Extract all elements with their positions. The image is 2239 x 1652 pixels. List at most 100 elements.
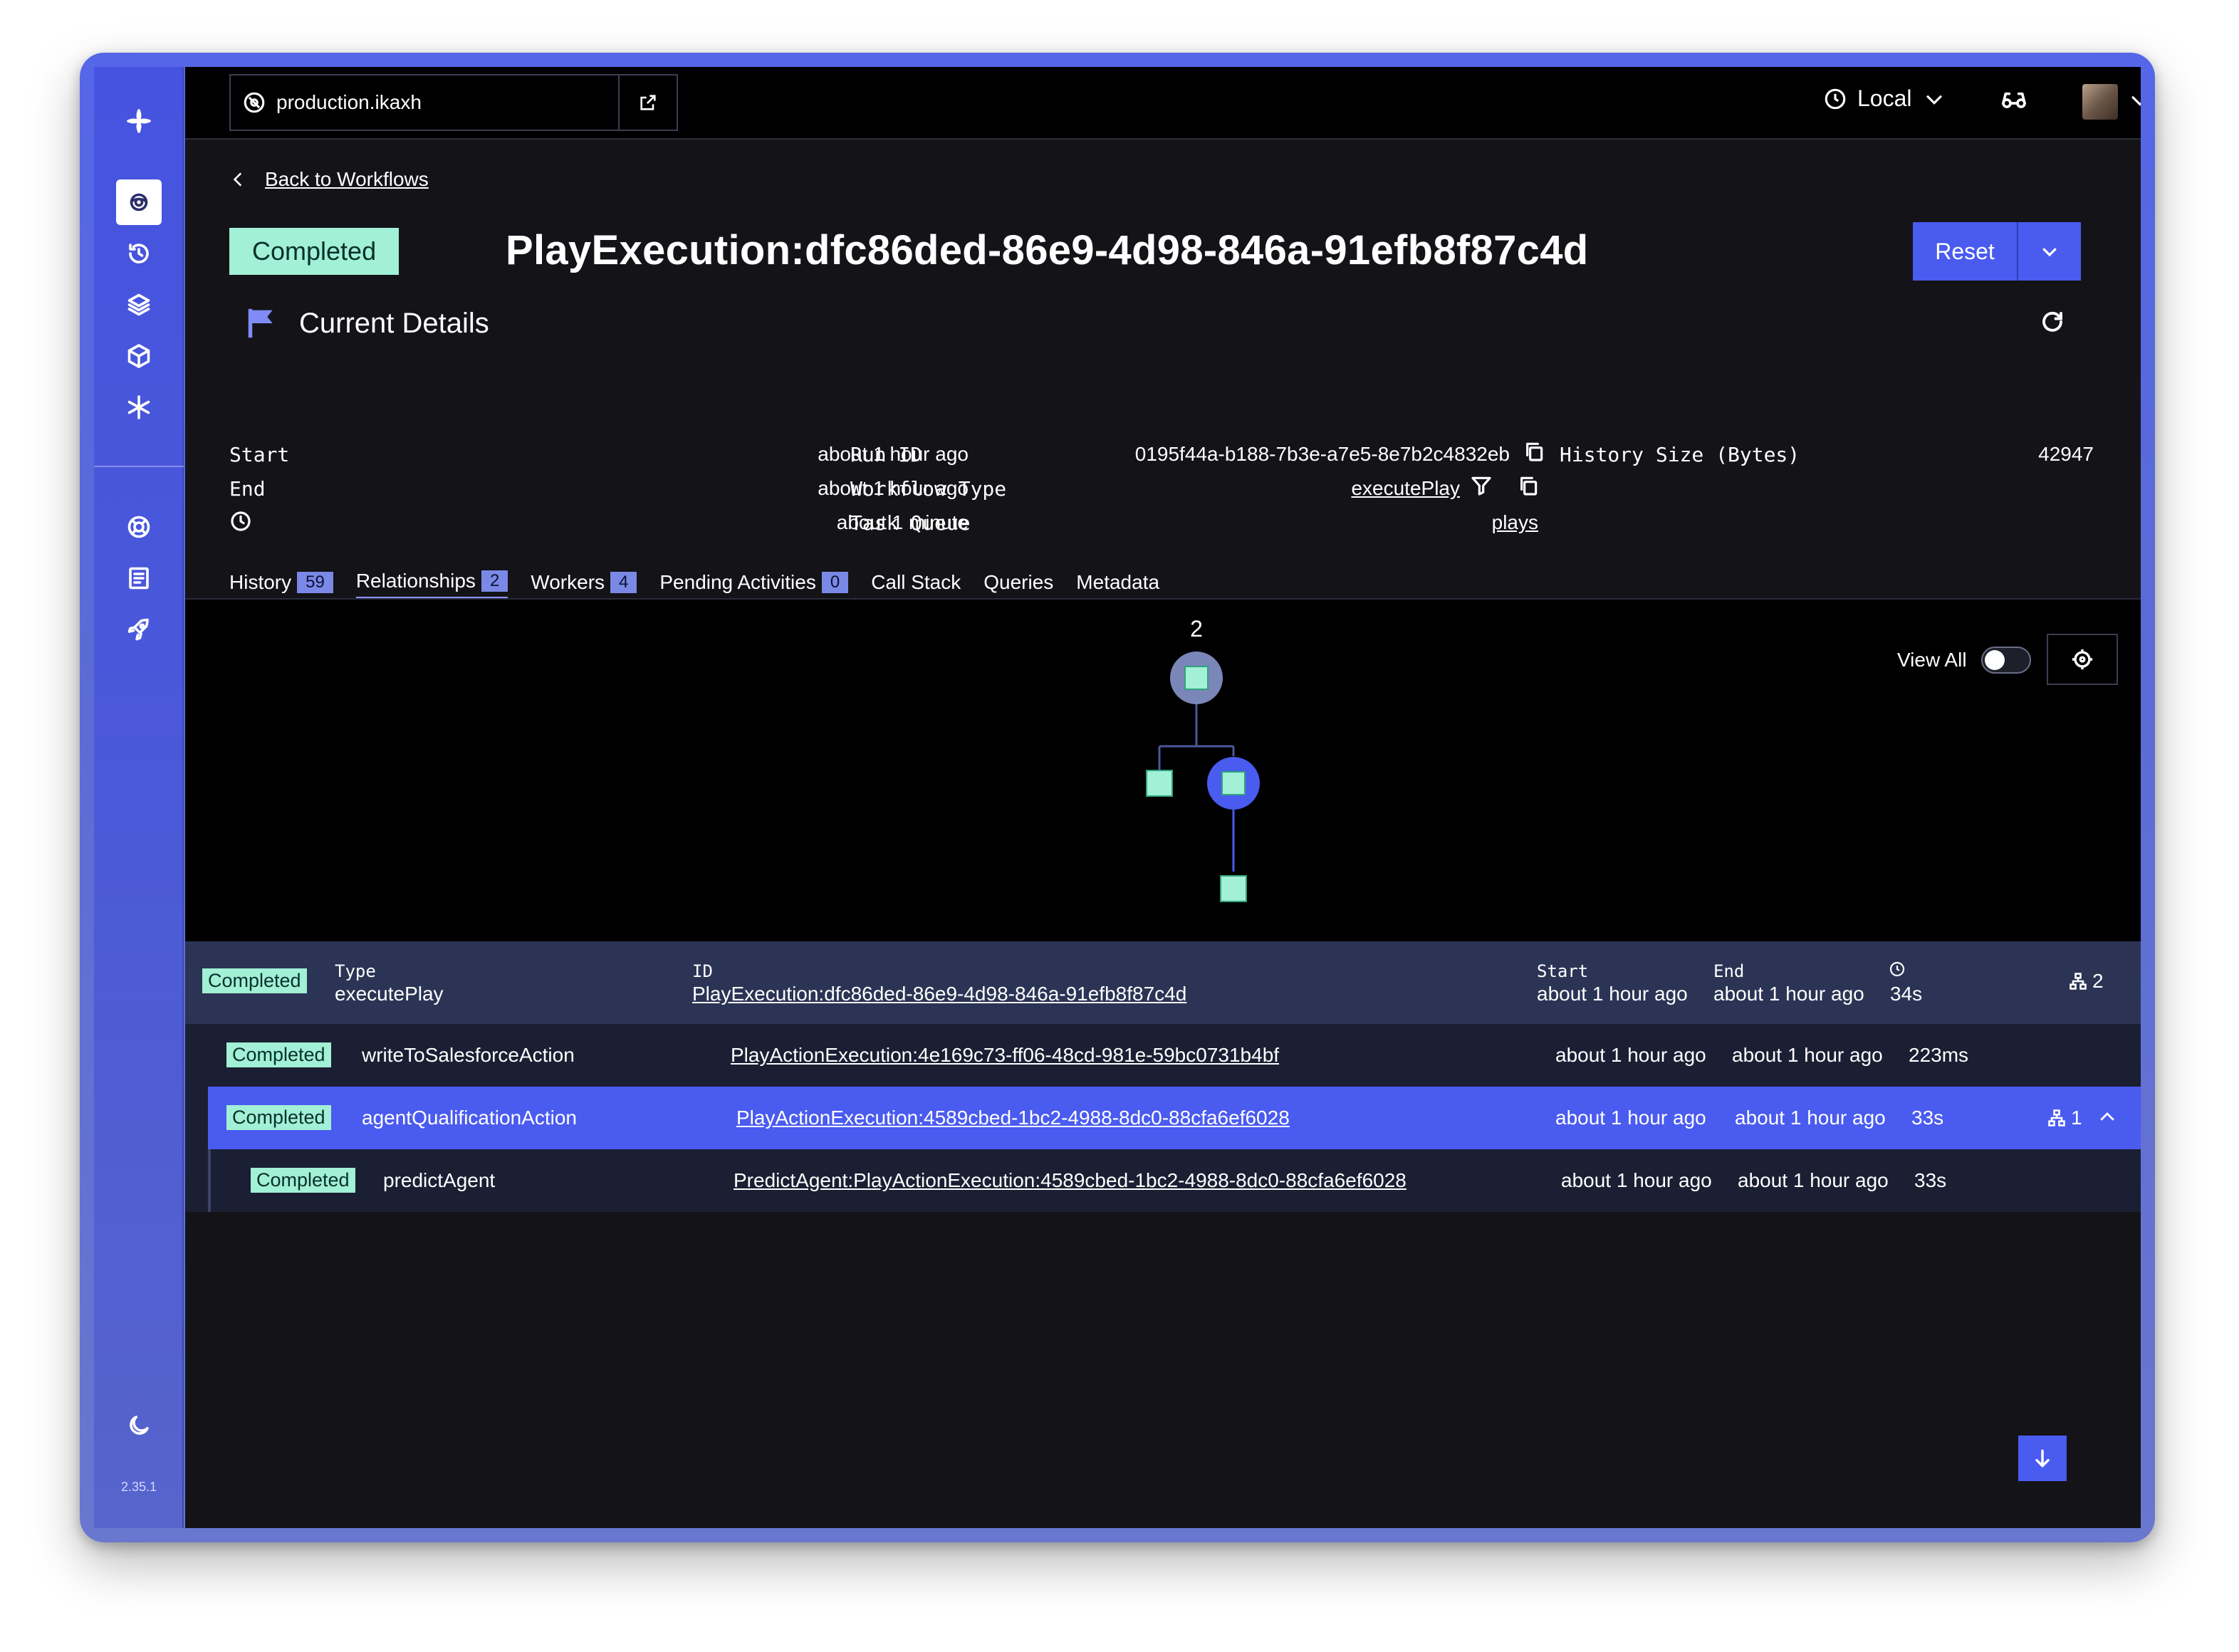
tab-pending-activities[interactable]: Pending Activities 0 [659, 571, 849, 598]
workflow-id-link[interactable]: PlayActionExecution:4589cbed-1bc2-4988-8… [736, 1107, 1290, 1129]
end-value: about 1 hour ago [1738, 1169, 1889, 1191]
refresh-icon [2042, 311, 2062, 332]
user-menu-toggle[interactable] [2128, 88, 2141, 116]
namespace-icon [244, 92, 265, 113]
tab-count-badge: 59 [297, 571, 333, 593]
graph-node-agent-qualification-square [1221, 771, 1246, 795]
nexus-icon[interactable] [116, 385, 162, 430]
child-workflow-row[interactable]: Completed writeToSalesforceAction PlayAc… [185, 1024, 2141, 1087]
tab-label: Call Stack [871, 570, 961, 593]
copy-workflow-type-button[interactable] [1517, 474, 1540, 501]
start-value: about 1 hour ago [1537, 983, 1688, 1005]
duration-clock-icon [1889, 960, 1906, 983]
duration-value: 34s [1890, 983, 1923, 1005]
row-indent [185, 1087, 208, 1149]
feedback-icon[interactable] [116, 607, 162, 652]
history-size-value: 42947 [2038, 443, 2094, 465]
data-encoder-button[interactable] [2000, 85, 2028, 117]
grandchild-workflow-row[interactable]: Completed predictAgent PredictAgent:Play… [185, 1149, 2141, 1212]
chevron-left-icon [233, 172, 242, 187]
workflow-type: writeToSalesforceAction [362, 1044, 575, 1066]
run-id-value: 0195f44a-b188-7b3e-a7e5-8e7b2c4832eb [1134, 443, 1510, 465]
chevron-down-icon [2131, 96, 2141, 106]
start-label: Start [1537, 961, 1589, 981]
reset-menu-button[interactable] [2018, 222, 2081, 281]
current-details-header: Current Details [246, 306, 489, 340]
tab-count-badge: 0 [821, 571, 849, 593]
avatar[interactable] [2082, 84, 2118, 120]
duration-value: 33s [1914, 1169, 1947, 1191]
root-workflow-row[interactable]: Completed Type executePlay ID PlayExecut… [185, 941, 2141, 1024]
back-to-workflows-link[interactable]: Back to Workflows [229, 168, 429, 191]
timezone-selector[interactable]: Local [1823, 85, 1946, 112]
filter-by-type-button[interactable] [1470, 474, 1493, 501]
tab-count-badge: 2 [481, 570, 508, 592]
children-tree-icon [2047, 1108, 2067, 1133]
tab-history[interactable]: History 59 [229, 571, 333, 598]
workflow-tabs: History 59 Relationships 2 Workers 4 Pen… [229, 570, 1159, 599]
view-all-toggle[interactable] [1980, 647, 2031, 674]
scroll-to-bottom-button[interactable] [2018, 1436, 2067, 1481]
namespace-name: production.ikaxh [276, 91, 422, 113]
workflow-type: predictAgent [383, 1169, 496, 1191]
app-window: 2.35.1 production.ikaxh Local Back to Wo… [80, 53, 2155, 1542]
workflow-type-label: Workflow Type [850, 477, 1007, 501]
tab-metadata[interactable]: Metadata [1076, 571, 1159, 598]
glasses-icon [2002, 92, 2026, 108]
status-badge: Completed [202, 968, 307, 993]
workflow-type-link[interactable]: executePlay [1211, 477, 1460, 500]
tab-relationships[interactable]: Relationships 2 [355, 570, 508, 599]
workflow-status-badge: Completed [229, 228, 400, 275]
type-value: executePlay [335, 983, 444, 1005]
graph-canvas: 2 [1146, 616, 1260, 902]
status-badge: Completed [251, 1168, 355, 1193]
graph-root-node-square [1184, 666, 1209, 690]
workflow-id-link[interactable]: PredictAgent:PlayActionExecution:4589cbe… [734, 1169, 1406, 1192]
batch-icon[interactable] [116, 282, 162, 328]
copy-run-id-button[interactable] [1523, 440, 1545, 466]
schedules-icon[interactable] [116, 231, 162, 276]
recenter-button[interactable] [2047, 634, 2118, 685]
copy-icon [1520, 476, 1538, 496]
open-namespace-button[interactable] [620, 75, 677, 130]
tree-indent-line [208, 1149, 211, 1212]
deployments-icon[interactable] [116, 333, 162, 379]
start-value: about 1 hour ago [1561, 1169, 1712, 1191]
end-value: about 1 hour ago [1735, 1107, 1886, 1129]
docs-icon[interactable] [116, 555, 162, 601]
namespace-picker[interactable]: production.ikaxh [231, 75, 620, 130]
app-version: 2.35.1 [120, 1480, 157, 1494]
clock-icon [1825, 88, 1846, 109]
top-bar: production.ikaxh Local [185, 67, 2141, 140]
status-badge: Completed [226, 1042, 331, 1067]
id-link[interactable]: PlayExecution:dfc86ded-86e9-4d98-846a-91… [692, 983, 1186, 1005]
tab-workers[interactable]: Workers 4 [531, 571, 637, 598]
reset-button[interactable]: Reset [1913, 222, 2018, 281]
logo-icon[interactable] [116, 98, 162, 144]
start-value: about 1 hour ago [818, 443, 969, 465]
workflow-id-link[interactable]: PlayActionExecution:4e169c73-ff06-48cd-9… [731, 1044, 1279, 1067]
flag-icon [248, 308, 273, 338]
tab-call-stack[interactable]: Call Stack [871, 571, 961, 598]
task-queue-link[interactable]: plays [1396, 511, 1538, 534]
refresh-button[interactable] [2040, 309, 2065, 338]
start-label: Start [229, 443, 290, 466]
child-workflow-row-selected[interactable]: Completed agentQualificationAction PlayA… [185, 1087, 2141, 1149]
graph-node-write-to-salesforce[interactable] [1146, 770, 1173, 797]
graph-node-predict-agent[interactable] [1220, 875, 1247, 902]
end-label: End [229, 477, 266, 501]
workflow-type: agentQualificationAction [362, 1107, 577, 1129]
toggle-knob [1984, 650, 2005, 670]
support-icon[interactable] [116, 504, 162, 550]
view-all-toggle-group: View All [1897, 647, 2031, 674]
namespace-selector[interactable]: production.ikaxh [229, 74, 678, 131]
end-label: End [1713, 961, 1745, 981]
theme-moon-icon[interactable] [116, 1403, 162, 1448]
chevron-down-icon [1926, 95, 1942, 105]
tab-queries[interactable]: Queries [983, 571, 1053, 598]
collapse-row-button[interactable] [2097, 1107, 2118, 1133]
tab-label: Queries [983, 570, 1054, 593]
duration-clock-icon [229, 510, 252, 536]
workflows-icon[interactable] [116, 179, 162, 225]
tab-label: Relationships [355, 570, 476, 592]
